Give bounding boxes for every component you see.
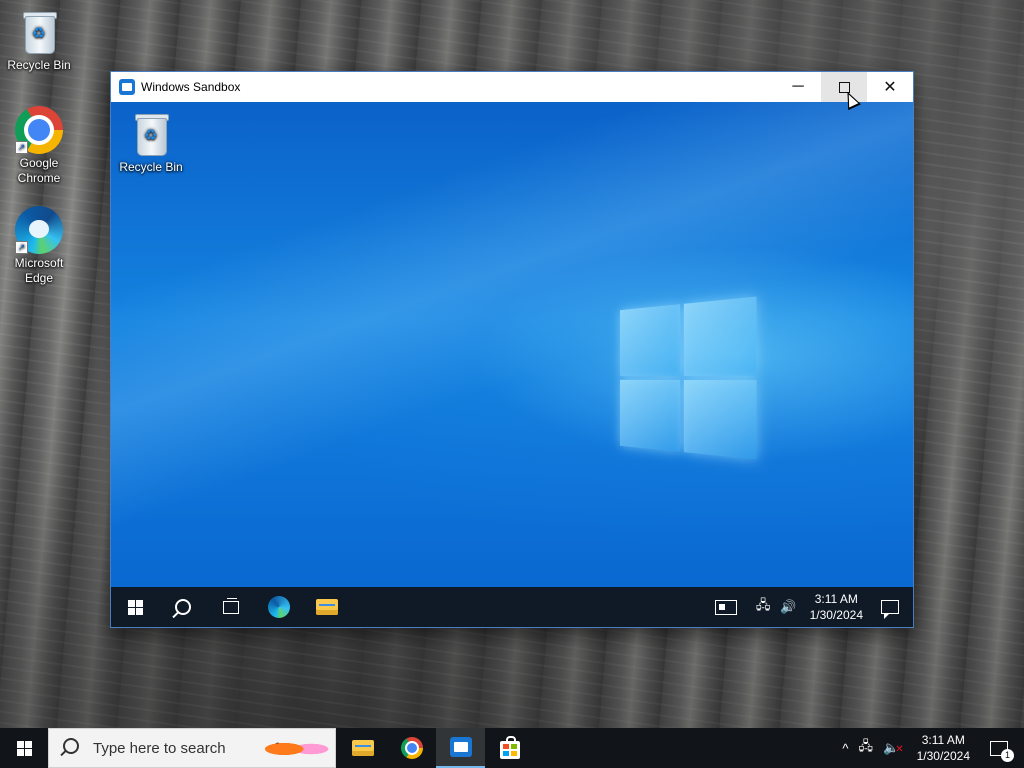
desktop-icon-label: Recycle Bin (7, 58, 71, 72)
desktop-icon-label: Google Chrome (17, 156, 61, 185)
sandbox-task-view-button[interactable] (207, 587, 255, 627)
sandbox-taskbar-file-explorer[interactable] (303, 587, 351, 627)
minimize-icon: ─ (792, 78, 804, 95)
recycle-bin-icon (127, 110, 175, 158)
sandbox-desktop-icon-recycle-bin[interactable]: Recycle Bin (113, 110, 189, 175)
search-icon (63, 738, 79, 754)
notification-count-badge: 1 (1001, 748, 1014, 762)
windows-logo-wallpaper (619, 296, 757, 460)
chrome-icon: ↗ (15, 106, 63, 154)
volume-muted-icon[interactable]: 🔈✕ (878, 740, 909, 756)
desktop-icon-google-chrome[interactable]: ↗ Google Chrome (1, 106, 77, 186)
edge-icon: ↗ (15, 206, 63, 254)
action-center-icon[interactable]: 1 (990, 740, 1014, 762)
minimize-button[interactable]: ─ (775, 72, 821, 102)
windows-start-icon (127, 599, 143, 615)
chrome-icon (400, 737, 423, 759)
sandbox-start-button[interactable] (111, 587, 159, 627)
start-button[interactable] (0, 728, 48, 768)
taskbar-search-box[interactable]: Type here to search (48, 728, 336, 768)
network-icon[interactable]: 🖧 (751, 596, 776, 618)
desktop-icon-label: Recycle Bin (119, 160, 183, 174)
volume-icon[interactable]: 🔊 (775, 599, 801, 615)
close-icon: ✕ (883, 79, 897, 96)
desktop-icon-microsoft-edge[interactable]: ↗ Microsoft Edge (1, 206, 77, 286)
clock-time: 3:11 AM (814, 592, 858, 606)
taskbar-chrome[interactable] (387, 728, 436, 768)
show-hidden-icons-chevron-icon[interactable]: ^ (837, 741, 853, 756)
taskbar-file-explorer[interactable] (338, 728, 387, 768)
sandbox-app-icon (119, 79, 135, 95)
clock-date: 1/30/2024 (916, 749, 970, 763)
taskbar-microsoft-store[interactable] (485, 728, 534, 768)
clock-date: 1/30/2024 (809, 608, 863, 622)
sandbox-desktop[interactable]: Recycle Bin (111, 102, 913, 587)
sandbox-search-button[interactable] (159, 587, 207, 627)
host-taskbar: Type here to search ^ 🖧 🔈✕ 3:11 AM 1/30/… (0, 728, 1024, 768)
news-interests-icon[interactable] (714, 599, 737, 615)
edge-icon (268, 596, 290, 618)
sandbox-taskbar: 🖧 🔊 3:11 AM 1/30/2024 (111, 587, 913, 627)
file-explorer-icon (351, 740, 374, 756)
network-icon[interactable]: 🖧 (854, 737, 879, 759)
windows-start-icon (16, 740, 32, 756)
file-explorer-icon (316, 599, 338, 615)
clock-time: 3:11 AM (921, 733, 965, 747)
title-bar[interactable]: Windows Sandbox ─ ✕ (111, 72, 913, 102)
sandbox-clock[interactable]: 3:11 AM 1/30/2024 (802, 591, 871, 623)
search-icon (175, 599, 191, 615)
action-center-icon[interactable] (881, 600, 899, 619)
host-clock[interactable]: 3:11 AM 1/30/2024 (909, 732, 978, 764)
taskbar-windows-sandbox[interactable] (436, 728, 485, 768)
task-view-icon (223, 597, 239, 614)
desktop-icon-label: Microsoft Edge (14, 256, 64, 285)
search-highlight-image (265, 735, 329, 763)
recycle-bin-icon (15, 8, 63, 56)
window-title: Windows Sandbox (141, 80, 241, 94)
sandbox-window[interactable]: Windows Sandbox ─ ✕ Recycle Bin (110, 71, 914, 628)
sandbox-app-icon (449, 737, 472, 757)
sandbox-taskbar-edge[interactable] (255, 587, 303, 627)
close-button[interactable]: ✕ (867, 72, 913, 102)
desktop-icon-recycle-bin[interactable]: Recycle Bin (1, 8, 77, 73)
microsoft-store-icon (499, 736, 520, 759)
search-placeholder: Type here to search (93, 739, 226, 757)
